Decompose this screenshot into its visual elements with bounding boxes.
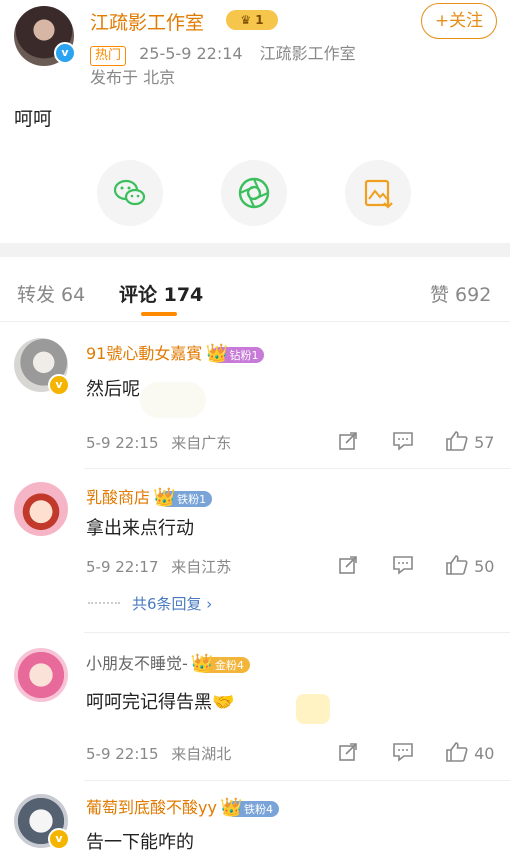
like-count: 57	[474, 433, 495, 452]
tab-repost[interactable]: 转发 64	[17, 280, 85, 307]
tab-likes[interactable]: 赞 692	[430, 280, 491, 307]
hot-tag: 热门	[90, 46, 127, 66]
save-image-icon	[364, 179, 393, 209]
comment-author[interactable]: 91號心動女嘉賓 👑 钻粉1	[86, 340, 265, 364]
crown-icon: 👑	[220, 796, 243, 818]
like-button[interactable]: 40	[445, 741, 494, 763]
comment-text: 呵呵完记得告黑🤝	[86, 692, 235, 713]
follow-button[interactable]: +关注	[421, 3, 497, 39]
share-wechat-button[interactable]	[97, 160, 163, 226]
level-badge-label: 1	[255, 13, 264, 27]
fan-badge: 👑 铁粉4	[220, 797, 280, 818]
comment-icon	[393, 743, 413, 762]
comment-meta: 5-9 22:17 来自江苏	[86, 556, 231, 577]
thumbs-up-icon	[446, 431, 468, 451]
share-comment-button[interactable]	[338, 555, 358, 579]
tab-comments[interactable]: 评论 174	[119, 280, 203, 307]
fan-badge-label: 铁粉4	[244, 802, 274, 816]
reply-button[interactable]	[392, 555, 414, 579]
crown-icon: 👑	[153, 486, 176, 508]
fan-badge-label: 钻粉1	[229, 348, 259, 362]
comment-author-name: 91號心動女嘉賓	[86, 344, 203, 363]
comment-author[interactable]: 乳酸商店 👑 铁粉1	[86, 484, 213, 508]
comment-time: 5-9 22:15	[86, 745, 159, 763]
comment-meta: 5-9 22:15 来自广东	[86, 432, 231, 453]
comment-location: 来自湖北	[171, 745, 232, 763]
reply-button[interactable]	[392, 742, 414, 766]
fan-badge: 👑 金粉4	[191, 653, 250, 674]
thumbs-up-icon	[446, 555, 468, 575]
thumbs-up-icon	[446, 742, 468, 762]
comment-icon	[393, 556, 413, 575]
comment-meta: 5-9 22:15 来自湖北	[86, 743, 231, 764]
comment-location: 来自江苏	[171, 558, 232, 576]
sticker-image	[140, 382, 206, 418]
post-source: 江疏影工作室	[259, 44, 356, 63]
share-comment-button[interactable]	[338, 431, 358, 455]
post-meta: 热门 25-5-9 22:14 江疏影工作室	[90, 40, 356, 66]
verified-icon: v	[48, 374, 70, 396]
moments-icon	[238, 177, 270, 209]
fan-badge-label: 铁粉1	[177, 492, 207, 506]
post-text: 呵呵	[14, 108, 53, 130]
comment-divider	[84, 780, 510, 781]
fan-badge-label: 金粉4	[214, 658, 244, 672]
crown-icon: ♛	[240, 13, 252, 27]
comment-author[interactable]: 葡萄到底酸不酸yy 👑 铁粉4	[86, 794, 280, 818]
share-icon	[339, 556, 357, 574]
like-count: 40	[474, 744, 495, 763]
active-tab-indicator	[141, 312, 177, 316]
comment-text: 告一下能咋的	[86, 832, 194, 853]
share-comment-button[interactable]	[338, 742, 358, 766]
share-icon	[339, 432, 357, 450]
like-button[interactable]: 57	[445, 430, 494, 452]
comment-author-name: 乳酸商店	[86, 488, 151, 507]
level-badge: ♛ 1	[226, 10, 278, 30]
save-image-button[interactable]	[345, 160, 411, 226]
replies-dots	[88, 602, 120, 604]
comment-divider	[84, 468, 510, 469]
comment-icon	[393, 432, 413, 451]
comment-text: 然后呢	[86, 379, 140, 400]
share-moments-button[interactable]	[221, 160, 287, 226]
verified-icon: v	[48, 828, 70, 850]
wechat-icon	[113, 179, 146, 206]
comment-author[interactable]: 小朋友不睡觉- 👑 金粉4	[86, 650, 250, 674]
like-count: 50	[474, 557, 495, 576]
comment-avatar[interactable]	[14, 648, 68, 702]
tab-divider	[0, 321, 510, 322]
author-name[interactable]: 江疏影工作室	[90, 8, 204, 35]
reply-button[interactable]	[392, 431, 414, 455]
comment-author-name: 葡萄到底酸不酸yy	[86, 798, 217, 817]
verified-icon: v	[54, 42, 76, 64]
comment-divider	[84, 632, 510, 633]
post-location: 发布于 北京	[90, 68, 176, 87]
comment-author-name: 小朋友不睡觉-	[86, 654, 188, 673]
comment-time: 5-9 22:15	[86, 434, 159, 452]
like-button[interactable]: 50	[445, 554, 494, 576]
crown-icon: 👑	[190, 652, 214, 674]
post-time: 25-5-9 22:14	[139, 44, 243, 63]
comment-text: 拿出来点行动	[86, 518, 194, 539]
sticker-image	[296, 694, 330, 724]
section-divider	[0, 243, 510, 257]
fan-badge: 👑 钻粉1	[205, 343, 265, 364]
share-icon	[339, 743, 357, 761]
fan-badge: 👑 铁粉1	[153, 487, 213, 508]
comment-time: 5-9 22:17	[86, 558, 159, 576]
comment-location: 来自广东	[171, 434, 232, 452]
comment-avatar[interactable]	[14, 482, 68, 536]
view-replies-link[interactable]: 共6条回复 ›	[132, 593, 212, 614]
crown-icon: 👑	[205, 342, 228, 364]
